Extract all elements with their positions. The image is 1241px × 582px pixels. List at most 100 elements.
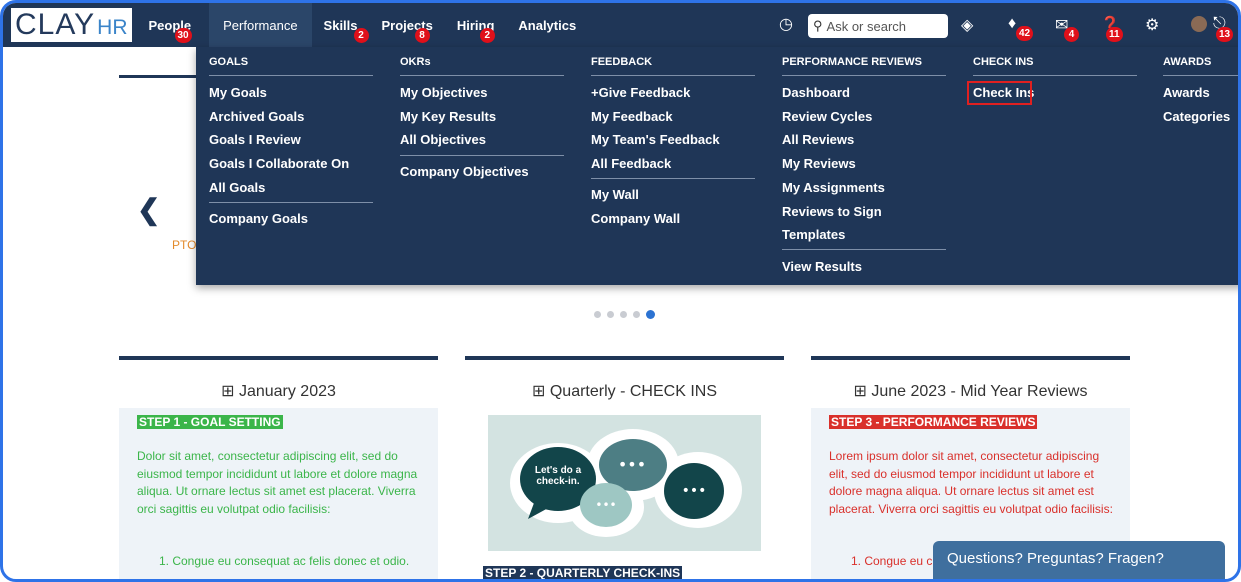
menu-item-company-objectives[interactable]: Company Objectives <box>400 164 529 179</box>
menu-item-goals-i-review[interactable]: Goals I Review <box>209 132 301 147</box>
card-title: ⊞ January 2023 <box>221 383 336 400</box>
step-label: STEP 3 - PERFORMANCE REVIEWS <box>829 415 1038 429</box>
menu-item-categories[interactable]: Categories <box>1163 109 1230 124</box>
menu-heading-performance-reviews: PERFORMANCE REVIEWS <box>782 56 922 68</box>
menu-divider <box>973 75 1137 76</box>
app-window: ❮ PTO ⊞ January 2023 STEP 1 - GOAL SETTI… <box>0 0 1241 582</box>
menu-divider <box>400 155 564 156</box>
clock-icon[interactable]: ◷ <box>779 14 793 34</box>
nav-analytics[interactable]: Analytics <box>506 3 588 47</box>
nav-people[interactable]: People 30 <box>137 3 204 47</box>
menu-item-all-reviews[interactable]: All Reviews <box>782 132 854 147</box>
card-body: STEP 1 - GOAL SETTING Dolor sit amet, co… <box>119 408 438 579</box>
table-icon: ⊞ <box>221 383 235 400</box>
bell-icon[interactable]: ♦ <box>1008 15 1016 33</box>
menu-item-review-cycles[interactable]: Review Cycles <box>782 109 872 124</box>
help-chat-button[interactable]: Questions? Preguntas? Fragen? <box>933 541 1225 579</box>
timeline-card-january: ⊞ January 2023 STEP 1 - GOAL SETTING Dol… <box>119 356 438 579</box>
menu-item-my-reviews[interactable]: My Reviews <box>782 156 856 171</box>
menu-heading-awards: AWARDS <box>1163 56 1212 68</box>
carousel-top-rule <box>119 75 197 78</box>
highlight-box <box>967 81 1032 105</box>
menu-item-dashboard[interactable]: Dashboard <box>782 85 850 100</box>
menu-divider <box>209 75 373 76</box>
nav-badge: 8 <box>414 28 430 43</box>
menu-divider <box>400 75 564 76</box>
svg-text:•••: ••• <box>595 498 616 512</box>
menu-divider <box>591 178 755 179</box>
card-body: ••• ••• ••• Let's do a check-in. STEP 2 … <box>465 408 784 580</box>
menu-item-my-assignments[interactable]: My Assignments <box>782 180 885 195</box>
card-title: ⊞ Quarterly - CHECK INS <box>532 383 717 400</box>
carousel-dots <box>594 310 655 319</box>
menu-item-all-goals[interactable]: All Goals <box>209 180 265 195</box>
menu-divider <box>1163 75 1238 76</box>
carousel-dot-active[interactable] <box>646 310 655 319</box>
list-item: 1. Congue eu consequat ac felis donec et… <box>159 554 410 568</box>
step-label: STEP 2 - QUARTERLY CHECK-INS <box>483 566 683 580</box>
nav-badge: 2 <box>353 28 369 43</box>
table-icon: ⊞ <box>853 383 867 400</box>
menu-item-give-feedback[interactable]: +Give Feedback <box>591 85 690 100</box>
carousel-dot[interactable] <box>594 311 601 318</box>
menu-item-all-feedback[interactable]: All Feedback <box>591 156 671 171</box>
menu-item-my-feedback[interactable]: My Feedback <box>591 109 673 124</box>
menu-heading-okrs: OKRs <box>400 56 431 68</box>
card-text: Lorem ipsum dolor sit amet, consectetur … <box>829 449 1113 516</box>
menu-item-templates[interactable]: Templates <box>782 227 845 242</box>
nav-badge: 30 <box>174 28 192 43</box>
menu-item-my-objectives[interactable]: My Objectives <box>400 85 487 100</box>
card-rule <box>811 356 1130 360</box>
list-item: 1. Congue eu c <box>851 554 933 568</box>
menu-item-my-goals[interactable]: My Goals <box>209 85 267 100</box>
clayhr-logo[interactable]: CLAY HR <box>11 8 132 42</box>
chevron-left-icon[interactable]: ❮ <box>137 193 160 226</box>
menu-item-my-key-results[interactable]: My Key Results <box>400 109 496 124</box>
nav-badge: 2 <box>479 28 495 43</box>
layers-icon[interactable]: ◈ <box>961 15 973 35</box>
lock-badge: 13 <box>1216 27 1234 42</box>
search-icon: ⚲ <box>813 18 823 33</box>
nav-performance[interactable]: Performance <box>209 3 312 47</box>
card-rule <box>119 356 438 360</box>
notifications-badge: 42 <box>1016 26 1034 41</box>
menu-item-archived-goals[interactable]: Archived Goals <box>209 109 304 124</box>
menu-heading-check-ins: CHECK INS <box>973 56 1034 68</box>
menu-divider <box>782 75 946 76</box>
table-icon: ⊞ <box>532 383 546 400</box>
menu-item-reviews-to-sign[interactable]: Reviews to Sign <box>782 204 882 219</box>
menu-item-goals-i-collaborate-on[interactable]: Goals I Collaborate On <box>209 156 349 171</box>
menu-item-view-results[interactable]: View Results <box>782 259 862 274</box>
bubble-text: Let's do a check-in. <box>534 465 582 487</box>
menu-item-company-wall[interactable]: Company Wall <box>591 211 680 226</box>
messages-badge: 4 <box>1064 27 1079 42</box>
card-rule <box>465 356 784 360</box>
step-label: STEP 1 - GOAL SETTING <box>137 415 283 429</box>
menu-heading-goals: GOALS <box>209 56 249 68</box>
nav-hiring[interactable]: Hiring 2 <box>445 3 507 47</box>
search-input[interactable]: ⚲ Ask or search <box>808 14 948 38</box>
menu-item-my-teams-feedback[interactable]: My Team's Feedback <box>591 132 720 147</box>
help-badge: 11 <box>1106 27 1123 42</box>
carousel-dot[interactable] <box>633 311 640 318</box>
menu-divider <box>782 249 946 250</box>
menu-item-company-goals[interactable]: Company Goals <box>209 211 308 226</box>
performance-mega-menu: GOALS My Goals Archived Goals Goals I Re… <box>196 47 1238 285</box>
menu-divider <box>591 75 755 76</box>
menu-item-awards[interactable]: Awards <box>1163 85 1210 100</box>
timeline-card-quarterly: ⊞ Quarterly - CHECK INS ••• ••• ••• Let'… <box>465 356 784 580</box>
nav-skills[interactable]: Skills 2 <box>312 3 370 47</box>
menu-divider <box>209 202 373 203</box>
card-text: Dolor sit amet, consectetur adipiscing e… <box>137 449 418 516</box>
top-nav: CLAY HR People 30 Performance Skills 2 P… <box>3 3 1238 47</box>
menu-item-all-objectives[interactable]: All Objectives <box>400 132 486 147</box>
gear-icon[interactable]: ⚙ <box>1145 15 1159 35</box>
carousel-dot[interactable] <box>620 311 627 318</box>
svg-text:•••: ••• <box>618 455 646 474</box>
menu-item-my-wall[interactable]: My Wall <box>591 187 639 202</box>
avatar[interactable] <box>1191 16 1207 32</box>
carousel-dot[interactable] <box>607 311 614 318</box>
svg-text:•••: ••• <box>682 483 707 499</box>
nav-projects[interactable]: Projects 8 <box>370 3 445 47</box>
carousel-slide-fragment: PTO <box>172 238 197 252</box>
